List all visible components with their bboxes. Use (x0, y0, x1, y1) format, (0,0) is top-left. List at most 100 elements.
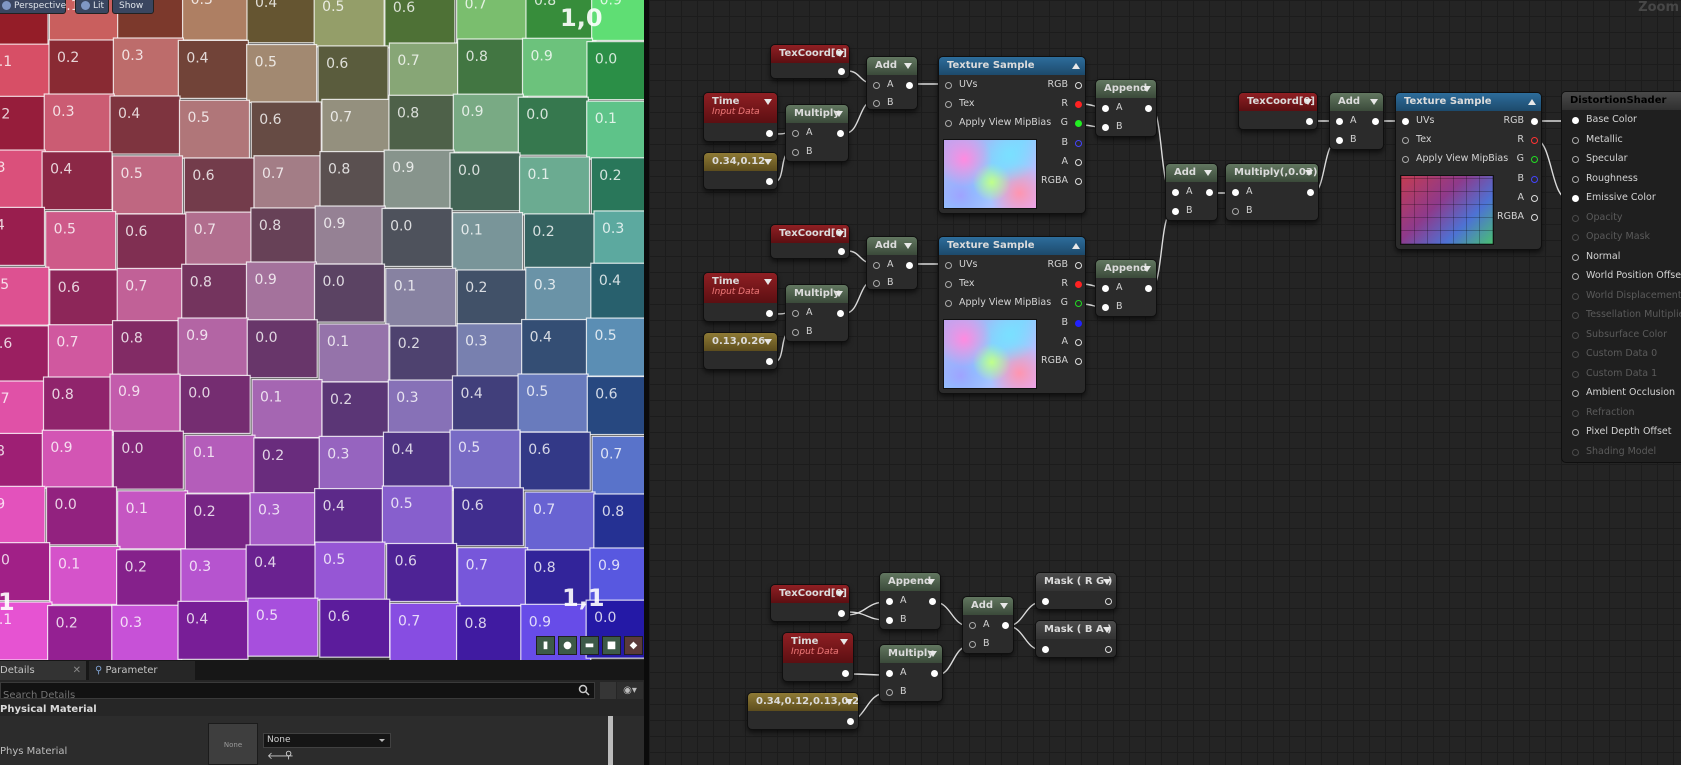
input-pin-a[interactable]: A (969, 619, 990, 631)
texcoord-node[interactable]: TexCoord[0] (1238, 92, 1318, 130)
collapse-icon[interactable] (1528, 99, 1536, 105)
input-pin-a[interactable]: A (792, 127, 813, 139)
material-input-refraction[interactable]: Refraction (1572, 407, 1635, 419)
input-pin-tex[interactable]: Tex (945, 278, 975, 290)
input-pin-a[interactable]: A (886, 667, 907, 679)
input-pin-b[interactable]: B (969, 638, 990, 650)
collapse-icon[interactable] (1143, 86, 1151, 92)
input-pin-a[interactable]: A (1102, 102, 1123, 114)
input-pin-a[interactable]: A (873, 79, 894, 91)
texcoord-node[interactable]: TexCoord[0] (770, 584, 850, 622)
input-pin-mip[interactable]: Apply View MipBias (945, 117, 1051, 129)
output-pin-r[interactable]: R (1517, 134, 1538, 146)
material-input-metallic[interactable]: Metallic (1572, 134, 1623, 146)
input-pin-b[interactable]: B (886, 614, 907, 626)
collapse-icon[interactable] (764, 339, 772, 345)
material-graph[interactable]: Zoom TexCoord[0] Time Input Data 0.34,0.1… (649, 0, 1681, 765)
plane-icon[interactable]: ▬ (580, 636, 599, 655)
output-pin-rgba[interactable]: RGBA (1041, 355, 1082, 367)
search-icon[interactable] (578, 684, 590, 696)
collapse-icon[interactable] (904, 63, 912, 69)
output-pin-rgb[interactable]: RGB (1048, 259, 1082, 271)
collapse-icon[interactable] (1304, 99, 1312, 105)
texture-sample-node[interactable]: Texture Sample UVs Tex Apply View MipBia… (938, 236, 1086, 394)
output-pin-g[interactable]: G (1061, 117, 1082, 129)
output-pin-rgba[interactable]: RGBA (1497, 211, 1538, 223)
append-node[interactable]: Append A B (1095, 79, 1157, 137)
output-pin-b[interactable]: B (1061, 317, 1082, 329)
close-icon[interactable]: ✕ (73, 661, 81, 680)
cube-icon[interactable]: ■ (602, 636, 621, 655)
input-pin-b[interactable]: B (1232, 205, 1253, 217)
material-input-subsurface-color[interactable]: Subsurface Color (1572, 329, 1667, 341)
preview-viewport[interactable]: 0.0 0.1 0.2 0.3 0.4 0.5 0.6 0.7 0.8 0.9 0.1 0.2 0.3 0… (0, 0, 644, 660)
collapse-icon[interactable] (1305, 170, 1313, 176)
collapse-icon[interactable] (1204, 170, 1212, 176)
input-pin-b[interactable]: B (873, 277, 894, 289)
texcoord-node[interactable]: TexCoord[0] (770, 224, 850, 259)
append-node[interactable]: Append A B (1095, 259, 1157, 317)
collapse-icon[interactable] (1103, 579, 1111, 585)
input-pin-tex[interactable]: Tex (1402, 134, 1432, 146)
material-input-opacity[interactable]: Opacity (1572, 212, 1623, 224)
tab-parameter-defaults[interactable]: ⚲ Parameter Defaults (89, 661, 195, 695)
teapot-icon[interactable]: ◆ (624, 636, 643, 655)
multiply-node[interactable]: Multiply A B (879, 644, 943, 702)
output-pin-rgb[interactable]: RGB (1504, 115, 1538, 127)
material-input-normal[interactable]: Normal (1572, 251, 1620, 263)
perspective-button[interactable]: Perspective (0, 0, 66, 14)
material-input-shading-model[interactable]: Shading Model (1572, 446, 1656, 458)
tab-details[interactable]: Details ✕ (0, 661, 86, 680)
add-node[interactable]: Add A B (1329, 92, 1384, 150)
eye-icon[interactable]: ◉▾ (617, 682, 643, 699)
material-input-roughness[interactable]: Roughness (1572, 173, 1638, 185)
material-input-emissive-color[interactable]: Emissive Color (1572, 192, 1656, 204)
constant-node[interactable]: 0.34,0.12 (703, 152, 778, 190)
collapse-icon[interactable] (1072, 63, 1080, 69)
texture-sample-node[interactable]: Texture Sample UVs Tex Apply View MipBia… (1395, 92, 1542, 250)
input-pin-a[interactable]: A (1102, 282, 1123, 294)
constant-node[interactable]: 0.13,0.26 (703, 332, 778, 370)
output-pin-rgba[interactable]: RGBA (1041, 175, 1082, 187)
multiply-node[interactable]: Multiply(,0.03) A B (1225, 163, 1319, 221)
time-node[interactable]: Time Input Data (782, 632, 854, 682)
material-input-custom-data-1[interactable]: Custom Data 1 (1572, 368, 1657, 380)
collapse-icon[interactable] (927, 579, 935, 585)
output-pin-a[interactable]: A (1062, 336, 1082, 348)
material-input-specular[interactable]: Specular (1572, 153, 1628, 165)
input-pin-mip[interactable]: Apply View MipBias (945, 297, 1051, 309)
output-pin-g[interactable]: G (1517, 153, 1538, 165)
output-pin-a[interactable]: A (1518, 192, 1538, 204)
cylinder-icon[interactable]: ▮ (536, 636, 555, 655)
output-pin-a[interactable]: A (1062, 156, 1082, 168)
constant-node[interactable]: 0.34,0.12,0.13,0.26 (747, 692, 859, 730)
mask-node[interactable]: Mask ( R G ) (1035, 572, 1117, 610)
collapse-icon[interactable] (929, 651, 937, 657)
collapse-icon[interactable] (764, 99, 772, 105)
mask-node[interactable]: Mask ( B A ) (1035, 620, 1117, 658)
category-header[interactable]: Physical Material (0, 704, 97, 715)
output-pin-g[interactable]: G (1061, 297, 1082, 309)
add-node[interactable]: Add A B (866, 56, 918, 110)
collapse-icon[interactable] (835, 111, 843, 117)
input-pin-uvs[interactable]: UVs (945, 79, 977, 91)
phys-material-thumbnail[interactable]: None (208, 723, 258, 765)
output-pin-rgb[interactable]: RGB (1048, 79, 1082, 91)
input-pin-mip[interactable]: Apply View MipBias (1402, 153, 1508, 165)
collapse-icon[interactable] (764, 159, 772, 165)
grid-view-icon[interactable] (600, 682, 616, 699)
collapse-icon[interactable] (845, 699, 853, 705)
input-pin-b[interactable]: B (792, 146, 813, 158)
time-node[interactable]: Time Input Data (703, 92, 778, 142)
input-pin-a[interactable]: A (1232, 186, 1253, 198)
input-pin-a[interactable]: A (792, 307, 813, 319)
search-input[interactable] (1, 688, 561, 703)
output-pin-r[interactable]: R (1061, 278, 1082, 290)
collapse-icon[interactable] (836, 51, 844, 57)
find-asset-icon[interactable]: ⚲ (285, 750, 292, 761)
input-pin-b[interactable]: B (1172, 205, 1193, 217)
lit-button[interactable]: Lit (75, 0, 109, 14)
input-pin-b[interactable]: B (792, 326, 813, 338)
phys-material-select[interactable]: None (263, 733, 391, 748)
collapse-icon[interactable] (836, 231, 844, 237)
